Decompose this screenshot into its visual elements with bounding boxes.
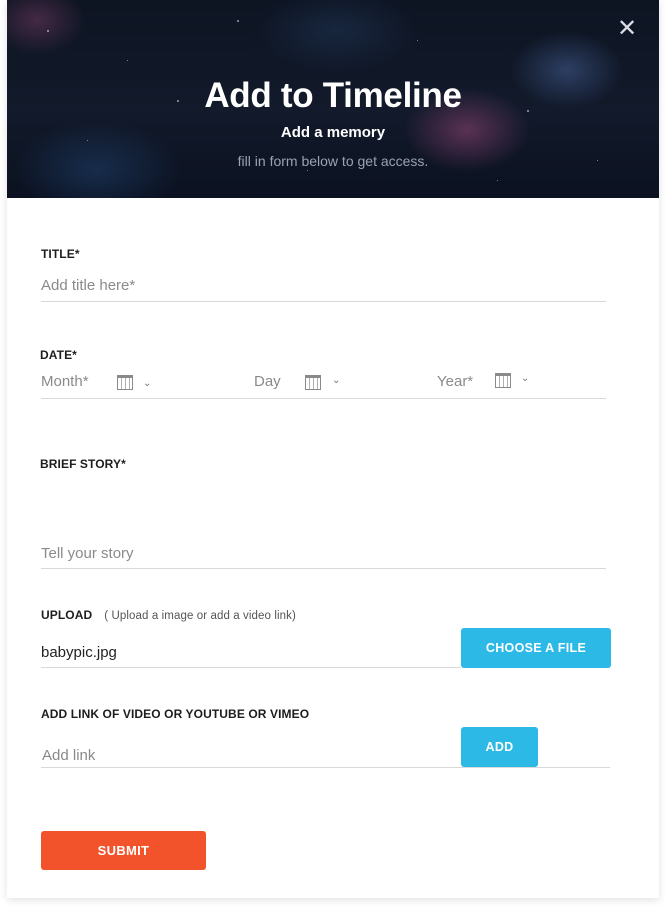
month-placeholder: Month* (41, 373, 89, 390)
add-to-timeline-modal: ✕ Add to Timeline Add a memory fill in f… (7, 0, 659, 898)
modal-header: ✕ Add to Timeline Add a memory fill in f… (7, 0, 659, 198)
upload-label: UPLOAD ( Upload a image or add a video li… (41, 608, 296, 622)
chevron-down-icon: ⌄ (521, 373, 530, 384)
submit-button[interactable]: SUBMIT (41, 831, 206, 870)
title-label: TITLE* (41, 247, 80, 261)
star-decoration (417, 40, 418, 41)
date-field-row: Month* ⌄ Day ⌄ Year* ⌄ (41, 366, 606, 399)
header-note: fill in form below to get access. (237, 153, 429, 169)
year-select[interactable]: Year* ⌄ (437, 366, 557, 398)
day-placeholder: Day (254, 373, 281, 390)
page-title: Add to Timeline (204, 76, 462, 115)
chevron-down-icon: ⌄ (143, 378, 152, 389)
calendar-icon (305, 375, 321, 390)
calendar-icon (117, 375, 133, 390)
story-label: BRIEF STORY* (40, 457, 126, 471)
close-icon[interactable]: ✕ (615, 17, 639, 41)
title-input[interactable]: Add title here* (41, 272, 606, 302)
choose-file-button[interactable]: CHOOSE A FILE (461, 628, 611, 668)
star-decoration (127, 60, 128, 61)
date-label: DATE* (40, 348, 77, 362)
star-decoration (307, 170, 308, 171)
add-link-button[interactable]: ADD (461, 727, 538, 767)
day-select[interactable]: Day ⌄ (254, 366, 364, 398)
upload-file-value: babypic.jpg (41, 644, 117, 661)
star-decoration (497, 180, 498, 181)
star-decoration (237, 20, 239, 22)
video-link-placeholder: Add link (42, 747, 96, 764)
upload-hint: ( Upload a image or add a video link) (104, 610, 296, 622)
story-placeholder: Tell your story (41, 545, 134, 562)
chevron-down-icon: ⌄ (332, 375, 341, 386)
video-link-label: ADD LINK OF VIDEO OR YOUTUBE OR VIMEO (41, 707, 310, 721)
month-select[interactable]: Month* ⌄ (41, 366, 161, 398)
story-input[interactable]: Tell your story (41, 540, 606, 569)
calendar-icon (495, 373, 511, 388)
year-placeholder: Year* (437, 373, 474, 390)
star-decoration (47, 30, 49, 32)
title-placeholder: Add title here* (41, 277, 136, 294)
upload-label-text: UPLOAD (41, 608, 93, 622)
upload-file-field[interactable]: babypic.jpg (41, 639, 461, 668)
page-subtitle: Add a memory (280, 124, 386, 141)
